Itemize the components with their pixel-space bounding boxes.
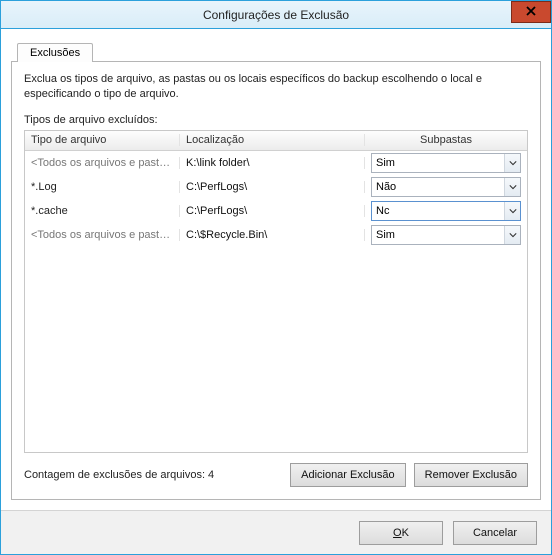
- table-row[interactable]: <Todos os arquivos e pastas>C:\$Recycle.…: [25, 223, 527, 247]
- cell-location: C:\PerfLogs\: [180, 181, 365, 193]
- dialog-footer: OK Cancelar: [1, 510, 551, 554]
- chevron-down-icon[interactable]: [504, 226, 520, 244]
- button-label: Remover Exclusão: [425, 469, 517, 481]
- window-title: Configurações de Exclusão: [203, 8, 349, 22]
- chevron-down-icon[interactable]: [504, 154, 520, 172]
- cell-filetype: <Todos os arquivos e pastas>: [25, 157, 180, 169]
- list-heading: Tipos de arquivo excluídos:: [24, 114, 528, 126]
- combo-value: Sim: [372, 157, 504, 169]
- subfolders-combo[interactable]: Sim: [371, 225, 521, 245]
- col-header-filetype[interactable]: Tipo de arquivo: [25, 134, 180, 146]
- cell-subfolders: Sim: [365, 225, 527, 245]
- tab-label: Exclusões: [30, 47, 80, 59]
- combo-value: Sim: [372, 229, 504, 241]
- cell-location: C:\PerfLogs\: [180, 205, 365, 217]
- subfolders-combo[interactable]: Sim: [371, 153, 521, 173]
- ok-button[interactable]: OK: [359, 521, 443, 545]
- button-label: OK: [393, 527, 409, 539]
- combo-value: Não: [372, 181, 504, 193]
- col-header-subfolders[interactable]: Subpastas: [365, 134, 527, 146]
- col-header-location[interactable]: Localização: [180, 134, 365, 146]
- tabstrip: Exclusões: [11, 39, 541, 61]
- table-row[interactable]: <Todos os arquivos e pastas>K:\link fold…: [25, 151, 527, 175]
- cell-subfolders: Sim: [365, 153, 527, 173]
- cell-filetype: *.Log: [25, 181, 180, 193]
- dialog-window: Configurações de Exclusão Exclusões Excl…: [0, 0, 552, 555]
- subfolders-combo[interactable]: Nc: [371, 201, 521, 221]
- table-header: Tipo de arquivo Localização Subpastas: [25, 131, 527, 151]
- cell-filetype: *.cache: [25, 205, 180, 217]
- description-text: Exclua os tipos de arquivo, as pastas ou…: [24, 72, 528, 102]
- tab-exclusions[interactable]: Exclusões: [17, 43, 93, 62]
- cell-filetype: <Todos os arquivos e pastas>: [25, 229, 180, 241]
- table-actions: Adicionar Exclusão Remover Exclusão: [290, 463, 528, 487]
- chevron-down-icon[interactable]: [504, 178, 520, 196]
- button-label: Cancelar: [473, 527, 517, 539]
- exclusion-count: Contagem de exclusões de arquivos: 4: [24, 469, 214, 481]
- titlebar: Configurações de Exclusão: [1, 1, 551, 29]
- chevron-down-icon[interactable]: [504, 202, 520, 220]
- button-label: Adicionar Exclusão: [301, 469, 395, 481]
- tab-panel: Exclua os tipos de arquivo, as pastas ou…: [11, 61, 541, 500]
- cell-location: C:\$Recycle.Bin\: [180, 229, 365, 241]
- close-icon: [526, 6, 536, 19]
- cell-subfolders: Nc: [365, 201, 527, 221]
- subfolders-combo[interactable]: Não: [371, 177, 521, 197]
- cell-subfolders: Não: [365, 177, 527, 197]
- cell-location: K:\link folder\: [180, 157, 365, 169]
- table-row[interactable]: *.cacheC:\PerfLogs\ Nc: [25, 199, 527, 223]
- table-row[interactable]: *.LogC:\PerfLogs\ Não: [25, 175, 527, 199]
- exclusions-table: Tipo de arquivo Localização Subpastas <T…: [24, 130, 528, 453]
- add-exclusion-button[interactable]: Adicionar Exclusão: [290, 463, 406, 487]
- client-area: Exclusões Exclua os tipos de arquivo, as…: [1, 29, 551, 510]
- table-body: <Todos os arquivos e pastas>K:\link fold…: [25, 151, 527, 452]
- cancel-button[interactable]: Cancelar: [453, 521, 537, 545]
- close-button[interactable]: [511, 1, 551, 23]
- combo-value: Nc: [372, 205, 504, 217]
- table-footer: Contagem de exclusões de arquivos: 4 Adi…: [24, 463, 528, 487]
- remove-exclusion-button[interactable]: Remover Exclusão: [414, 463, 528, 487]
